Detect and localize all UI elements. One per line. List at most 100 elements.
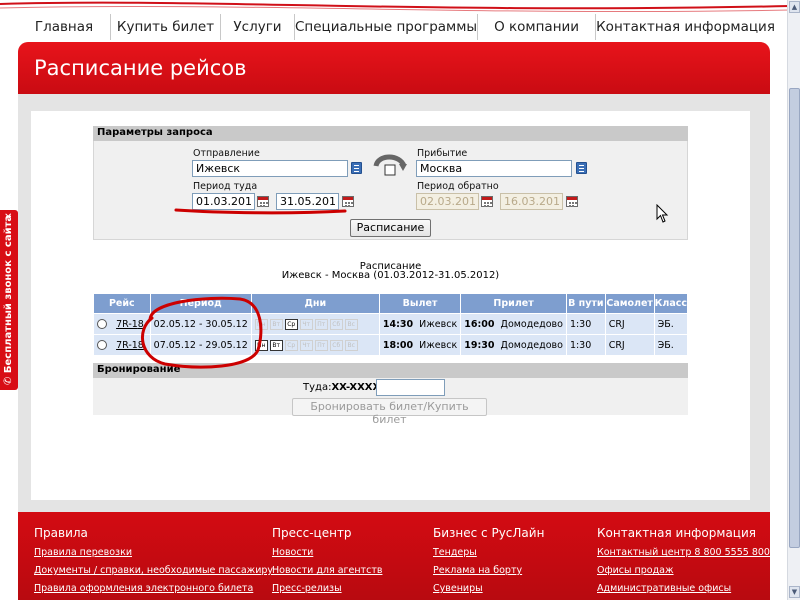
from-field[interactable]: [192, 160, 348, 177]
footer-link[interactable]: Новости для агентств: [272, 565, 382, 576]
out-date-to-field[interactable]: [276, 193, 339, 210]
scroll-down-arrow-icon[interactable]: ▼: [789, 586, 800, 598]
period-cell: 02.05.12 - 30.05.12: [149, 313, 252, 335]
footer: Правила Правила перевозки Документы / сп…: [18, 512, 770, 600]
free-call-label: Бесплатный звонок с сайта: [3, 214, 14, 374]
footer-column-press: Пресс-центр Новости Новости для агентств…: [272, 526, 382, 600]
footer-column-contacts: Контактная информация Контактный центр 8…: [597, 526, 770, 600]
arrival-cell: 19:30 Домодедово: [460, 334, 567, 356]
top-navigation: Главная Купить билет Услуги Специальные …: [18, 14, 775, 40]
departure-cell: 18:00 Ижевск: [378, 334, 462, 356]
col-header-class: Класс: [653, 293, 689, 314]
scrollbar-thumb[interactable]: [789, 88, 800, 548]
nav-home[interactable]: Главная: [18, 14, 110, 40]
day-mon: Пн: [254, 318, 268, 330]
period-cell: 07.05.12 - 29.05.12: [149, 334, 252, 356]
calendar-icon[interactable]: [566, 196, 578, 207]
booking-there-label: Туда:XX-XXXX: [303, 382, 381, 393]
day-tue: Вт: [269, 318, 283, 330]
day-sun: Вс: [344, 318, 358, 330]
footer-column-rules: Правила Правила перевозки Документы / сп…: [34, 526, 273, 600]
departure-cell: 14:30 Ижевск: [378, 313, 462, 335]
col-header-flight: Рейс: [93, 293, 151, 314]
flight-cell: 7R-18: [93, 334, 151, 356]
day-sat: Сб: [329, 339, 343, 351]
list-icon[interactable]: [576, 162, 587, 174]
class-cell: ЭБ.: [653, 313, 689, 335]
booking-header: Бронирование: [93, 363, 688, 378]
footer-link[interactable]: Правила оформления электронного билета: [34, 583, 273, 594]
calendar-icon[interactable]: [257, 196, 269, 207]
day-sat: Сб: [329, 318, 343, 330]
table-row[interactable]: 7R-18 07.05.12 - 29.05.12 Пн Вт Ср Чт Пт Сб Вс…: [93, 334, 689, 356]
col-header-arrival: Прилет: [460, 293, 567, 314]
vertical-scrollbar[interactable]: ▲ ▼: [787, 0, 800, 600]
day-wed: Ср: [284, 318, 298, 330]
aircraft-cell: CRJ: [604, 334, 655, 356]
page-title: Расписание рейсов: [34, 56, 247, 80]
footer-link[interactable]: Офисы продаж: [597, 565, 770, 576]
flight-radio[interactable]: [97, 319, 107, 329]
schedule-table: Рейс Период Дни Вылет Прилет В пути Само…: [93, 293, 689, 356]
footer-heading: Правила: [34, 526, 88, 540]
footer-link[interactable]: Тендеры: [433, 547, 544, 558]
flight-cell: 7R-18: [93, 313, 151, 335]
to-label: Прибытие: [417, 148, 468, 159]
from-label: Отправление: [193, 148, 260, 159]
booking-flight-field[interactable]: [376, 379, 445, 396]
free-call-side-tab[interactable]: ✕ ✆ Бесплатный звонок с сайта: [0, 210, 18, 390]
col-header-aircraft: Самолет: [604, 293, 655, 314]
out-period-label: Период туда: [193, 181, 258, 192]
footer-link[interactable]: Административные офисы: [597, 583, 770, 594]
footer-link[interactable]: Правила перевозки: [34, 547, 273, 558]
nav-buy-ticket[interactable]: Купить билет: [110, 14, 220, 40]
nav-contacts[interactable]: Контактная информация: [595, 14, 775, 40]
back-date-to-field[interactable]: [500, 193, 563, 210]
footer-link[interactable]: Сувениры: [433, 583, 544, 594]
col-header-duration: В пути: [565, 293, 606, 314]
calendar-icon[interactable]: [481, 196, 493, 207]
swap-direction-icon[interactable]: [372, 152, 408, 178]
book-ticket-button[interactable]: Бронировать билет/Купить билет: [292, 398, 487, 426]
arrival-cell: 16:00 Домодедово: [460, 313, 567, 335]
col-header-period: Период: [149, 293, 252, 314]
col-header-departure: Вылет: [378, 293, 462, 314]
schedule-button[interactable]: Расписание: [350, 219, 431, 237]
to-field[interactable]: [416, 160, 572, 177]
day-thu: Чт: [299, 318, 313, 330]
days-cell: Пн Вт Ср Чт Пт Сб Вс: [250, 313, 380, 335]
nav-about[interactable]: О компании: [477, 14, 595, 40]
class-cell: ЭБ.: [653, 334, 689, 356]
day-sun: Вс: [344, 339, 358, 351]
out-date-from-field[interactable]: [192, 193, 255, 210]
footer-link[interactable]: Новости: [272, 547, 382, 558]
footer-column-business: Бизнес с РусЛайн Тендеры Реклама на борт…: [433, 526, 544, 600]
back-date-from-field[interactable]: [416, 193, 479, 210]
scroll-up-arrow-icon[interactable]: ▲: [789, 1, 800, 13]
list-icon[interactable]: [351, 162, 362, 174]
footer-link[interactable]: Документы / справки, необходимые пассажи…: [34, 565, 273, 576]
phone-icon: ✆: [3, 376, 14, 385]
day-mon: Пн: [254, 339, 268, 351]
footer-link[interactable]: Пресс-релизы: [272, 583, 382, 594]
back-period-label: Период обратно: [417, 181, 499, 192]
schedule-route: Ижевск - Москва (01.03.2012-31.05.2012): [281, 270, 500, 281]
footer-heading: Пресс-центр: [272, 526, 352, 540]
day-fri: Пт: [314, 339, 328, 351]
nav-services[interactable]: Услуги: [220, 14, 294, 40]
flight-link[interactable]: 7R-18: [116, 319, 144, 330]
table-row[interactable]: 7R-18 02.05.12 - 30.05.12 Пн Вт Ср Чт Пт Сб Вс…: [93, 313, 689, 335]
nav-special-programs[interactable]: Специальные программы: [294, 14, 477, 40]
day-thu: Чт: [299, 339, 313, 351]
query-panel-header: Параметры запроса: [93, 126, 688, 141]
flight-radio[interactable]: [97, 340, 107, 350]
calendar-icon[interactable]: [342, 196, 354, 207]
day-wed: Ср: [284, 339, 298, 351]
footer-heading: Бизнес с РусЛайн: [433, 526, 545, 540]
page-banner: Расписание рейсов: [18, 42, 770, 94]
footer-heading: Контактная информация: [597, 526, 756, 540]
flight-link[interactable]: 7R-18: [116, 340, 144, 351]
duration-cell: 1:30: [565, 313, 606, 335]
footer-link[interactable]: Реклама на борту: [433, 565, 544, 576]
footer-link[interactable]: Контактный центр 8 800 5555 800: [597, 547, 770, 558]
